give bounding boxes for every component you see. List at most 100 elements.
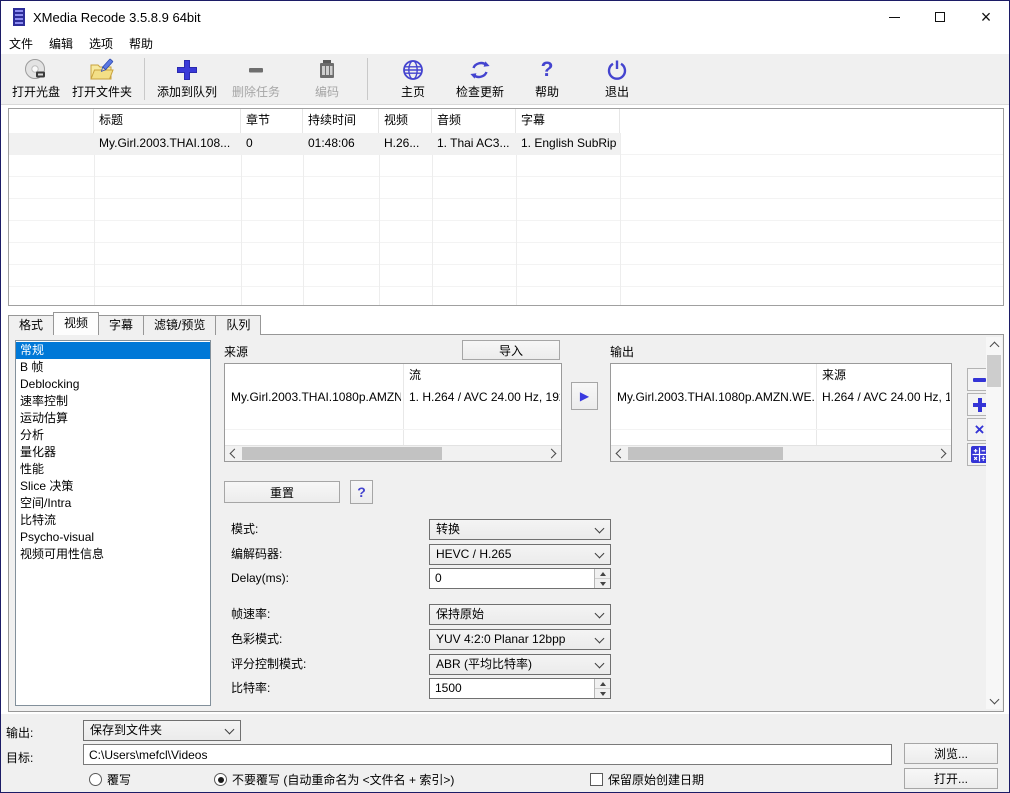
window-title: XMedia Recode 3.5.8.9 64bit <box>33 10 201 25</box>
checkbox-icon <box>590 773 603 786</box>
source-file-name: My.Girl.2003.THAI.1080p.AMZN... <box>231 386 401 408</box>
menu-help[interactable]: 帮助 <box>121 33 161 54</box>
column-audio[interactable]: 音频 <box>432 109 516 133</box>
mode-select[interactable]: 转换 <box>429 519 611 540</box>
tab-video[interactable]: 视频 <box>53 312 99 335</box>
import-button[interactable]: 导入 <box>462 340 560 360</box>
spin-down-icon[interactable] <box>595 689 610 698</box>
sidebar-item-b-frames[interactable]: B 帧 <box>16 359 210 376</box>
output-hscroll-thumb[interactable] <box>628 447 783 460</box>
field-help-button[interactable]: ? <box>350 480 373 504</box>
spinner <box>594 679 610 698</box>
keep-date-option[interactable]: 保留原始创建日期 <box>590 771 704 788</box>
sidebar-item-general[interactable]: 常规 <box>16 342 210 359</box>
scroll-left-icon[interactable] <box>611 446 627 461</box>
sidebar-item-quantizer[interactable]: 量化器 <box>16 444 210 461</box>
menu-edit[interactable]: 编辑 <box>41 33 81 54</box>
column-chapter[interactable]: 章节 <box>241 109 303 133</box>
sidebar-item-motion-estimation[interactable]: 运动估算 <box>16 410 210 427</box>
power-icon <box>605 57 629 82</box>
plus-icon <box>973 398 987 412</box>
keep-date-label: 保留原始创建日期 <box>608 771 704 788</box>
video-settings-list: 常规 B 帧 Deblocking 速率控制 运动估算 分析 量化器 性能 Sl… <box>15 340 211 706</box>
output-mode-label: 输出: <box>6 724 33 741</box>
sidebar-item-bitstream[interactable]: 比特流 <box>16 512 210 529</box>
column-video[interactable]: 视频 <box>379 109 432 133</box>
scroll-right-icon[interactable] <box>935 446 951 461</box>
x-icon: × <box>975 421 985 438</box>
column-duration[interactable]: 持续时间 <box>303 109 379 133</box>
scroll-up-icon[interactable] <box>986 337 1002 353</box>
source-hscrollbar[interactable] <box>225 445 561 461</box>
close-button[interactable]: × <box>963 1 1009 33</box>
panel-vscroll-thumb[interactable] <box>987 355 1001 387</box>
preview-play-button[interactable]: ▶ <box>571 382 598 410</box>
video-tab-panel: 常规 B 帧 Deblocking 速率控制 运动估算 分析 量化器 性能 Sl… <box>8 334 1004 712</box>
sidebar-item-analysis[interactable]: 分析 <box>16 427 210 444</box>
bitrate-label: 比特率: <box>231 678 270 699</box>
bitrate-input[interactable]: 1500 <box>429 678 611 699</box>
overwrite-label: 覆写 <box>107 771 131 788</box>
sidebar-item-deblocking[interactable]: Deblocking <box>16 376 210 393</box>
sidebar-item-rate-control[interactable]: 速率控制 <box>16 393 210 410</box>
toolbar-button-homepage[interactable]: 主页 <box>384 54 442 104</box>
column-select[interactable] <box>9 109 94 133</box>
open-target-button[interactable]: 打开... <box>904 768 998 789</box>
overwrite-option[interactable]: 覆写 <box>89 771 131 788</box>
spin-down-icon[interactable] <box>595 579 610 588</box>
column-subtitle[interactable]: 字幕 <box>516 109 620 133</box>
output-mode-select[interactable]: 保存到文件夹 <box>83 720 241 741</box>
output-hscrollbar[interactable] <box>611 445 951 461</box>
toolbar-button-check-update[interactable]: 检查更新 <box>450 54 510 104</box>
codec-select[interactable]: HEVC / H.265 <box>429 544 611 565</box>
sidebar-item-vui[interactable]: 视频可用性信息 <box>16 546 210 563</box>
toolbar-button-open-folder[interactable]: 打开文件夹 <box>66 54 138 104</box>
framerate-select[interactable]: 保持原始 <box>429 604 611 625</box>
spin-up-icon[interactable] <box>595 569 610 579</box>
target-path-input[interactable] <box>83 744 892 765</box>
sidebar-item-slice-decision[interactable]: Slice 决策 <box>16 478 210 495</box>
source-stream-header[interactable]: 流 <box>409 364 561 386</box>
tab-format[interactable]: 格式 <box>8 315 54 335</box>
radio-checked-icon <box>214 773 227 786</box>
job-row[interactable]: My.Girl.2003.THAI.108... 0 01:48:06 H.26… <box>9 133 620 155</box>
sidebar-item-spatial-intra[interactable]: 空间/Intra <box>16 495 210 512</box>
spin-up-icon[interactable] <box>595 679 610 689</box>
spinner <box>594 569 610 588</box>
tab-filter-preview[interactable]: 滤镜/预览 <box>143 315 216 335</box>
menu-options[interactable]: 选项 <box>81 33 121 54</box>
output-source-header[interactable]: 来源 <box>822 364 951 386</box>
sidebar-item-performance[interactable]: 性能 <box>16 461 210 478</box>
source-hscroll-thumb[interactable] <box>242 447 442 460</box>
bottom-bar: 输出: 保存到文件夹 目标: 浏览... 覆写 不要覆写 (自动重命名为 <文件… <box>1 714 1009 792</box>
rate-control-label: 评分控制模式: <box>231 654 306 675</box>
tab-subtitle[interactable]: 字幕 <box>98 315 144 335</box>
panel-vscrollbar[interactable] <box>986 337 1002 709</box>
output-stream-info: H.264 / AVC 24.00 Hz, 192 <box>822 386 950 408</box>
toolbar-button-exit[interactable]: 退出 <box>588 54 646 104</box>
scroll-left-icon[interactable] <box>225 446 241 461</box>
job-row-audio: 1. Thai AC3... <box>432 133 516 155</box>
minimize-button[interactable] <box>871 1 917 33</box>
scroll-down-icon[interactable] <box>986 693 1002 709</box>
menu-file[interactable]: 文件 <box>1 33 41 54</box>
minus-icon <box>973 378 986 382</box>
color-mode-select[interactable]: YUV 4:2:0 Planar 12bpp <box>429 629 611 650</box>
rate-control-select[interactable]: ABR (平均比特率) <box>429 654 611 675</box>
toolbar-button-help[interactable]: ? 帮助 <box>518 54 576 104</box>
browse-button[interactable]: 浏览... <box>904 743 998 764</box>
maximize-button[interactable] <box>917 1 963 33</box>
tab-queue[interactable]: 队列 <box>215 315 261 335</box>
scroll-right-icon[interactable] <box>545 446 561 461</box>
no-overwrite-option[interactable]: 不要覆写 (自动重命名为 <文件名 + 索引>) <box>214 771 454 788</box>
column-title[interactable]: 标题 <box>94 109 241 133</box>
output-table: 来源 My.Girl.2003.THAI.1080p.AMZN.WE... H.… <box>610 363 952 462</box>
reset-button[interactable]: 重置 <box>224 481 340 503</box>
sidebar-item-psycho-visual[interactable]: Psycho-visual <box>16 529 210 546</box>
toolbar-button-open-disc[interactable]: 打开光盘 <box>6 54 66 104</box>
toolbar-button-encode: 编码 <box>299 54 355 104</box>
output-row[interactable]: My.Girl.2003.THAI.1080p.AMZN.WE... H.264… <box>611 386 951 408</box>
delay-input[interactable]: 0 <box>429 568 611 589</box>
source-row[interactable]: My.Girl.2003.THAI.1080p.AMZN... 1. H.264… <box>225 386 561 408</box>
toolbar-button-add-to-queue[interactable]: 添加到队列 <box>151 54 223 104</box>
